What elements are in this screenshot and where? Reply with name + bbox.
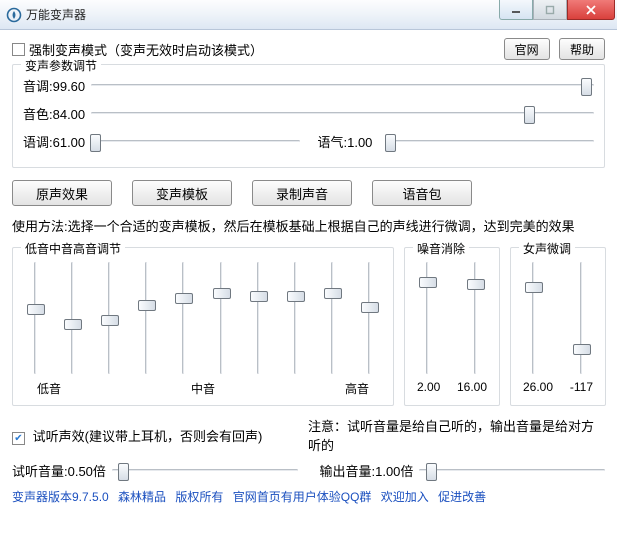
eq-slider-3[interactable] (136, 262, 158, 374)
help-button[interactable]: 帮助 (559, 38, 605, 60)
footer-improve: 促进改善 (438, 490, 486, 504)
footer-qq: 官网首页有用户体验QQ群 (233, 490, 372, 504)
eq-low-label: 低音 (37, 380, 61, 397)
usage-text: 使用方法:选择一个合适的变声模板，然后在模板基础上根据自己的声线进行微调，达到完… (12, 216, 605, 235)
female-slider-0[interactable] (523, 262, 545, 374)
eq-slider-8[interactable] (322, 262, 344, 374)
listen-note: 注意：试听音量是给自己听的，输出音量是给对方听的 (308, 416, 605, 454)
official-site-button[interactable]: 官网 (504, 38, 550, 60)
equalizer-title: 低音中音高音调节 (21, 240, 125, 257)
female-val-a: 26.00 (523, 380, 553, 394)
noise-slider-1[interactable] (465, 262, 487, 374)
app-icon (6, 7, 22, 23)
female-val-b: -117 (570, 380, 593, 394)
eq-slider-4[interactable] (173, 262, 195, 374)
close-button[interactable] (567, 0, 615, 20)
footer: 变声器版本9.7.5.0 森林精品 版权所有 官网首页有用户体验QQ群 欢迎加入… (12, 488, 605, 505)
eq-high-label: 高音 (345, 380, 369, 397)
footer-join: 欢迎加入 (381, 490, 429, 504)
voice-params-group: 变声参数调节 音调:99.60 音色:84.00 语调:61.00 语气:1.0… (12, 64, 605, 168)
maximize-button[interactable] (533, 0, 567, 20)
minimize-button[interactable] (499, 0, 533, 20)
tone-label: 语气:1.00 (318, 132, 386, 151)
noise-val-a: 2.00 (417, 380, 440, 394)
intonation-label: 语调:61.00 (23, 132, 91, 151)
window-title: 万能变声器 (26, 6, 86, 23)
eq-mid-label: 中音 (191, 380, 215, 397)
noise-cancel-title: 噪音消除 (413, 240, 469, 257)
eq-slider-0[interactable] (25, 262, 47, 374)
footer-copyright: 版权所有 (175, 490, 223, 504)
eq-slider-7[interactable] (285, 262, 307, 374)
noise-cancel-group: 噪音消除 2.00 16.00 (404, 247, 500, 406)
listen-label: 试听声效(建议带上耳机，否则会有回声) (33, 429, 263, 444)
output-volume-label: 输出音量:1.00倍 (320, 461, 414, 480)
female-slider-1[interactable] (571, 262, 593, 374)
eq-slider-6[interactable] (248, 262, 270, 374)
noise-val-b: 16.00 (457, 380, 487, 394)
noise-slider-0[interactable] (417, 262, 439, 374)
eq-slider-5[interactable] (211, 262, 233, 374)
eq-slider-1[interactable] (62, 262, 84, 374)
output-volume-slider[interactable] (419, 460, 605, 480)
original-sound-button[interactable]: 原声效果 (12, 180, 112, 206)
record-button[interactable]: 录制声音 (252, 180, 352, 206)
equalizer-group: 低音中音高音调节 低音 中音 高音 (12, 247, 394, 406)
tone-slider[interactable] (386, 131, 595, 151)
timbre-label: 音色:84.00 (23, 104, 91, 123)
pitch-slider[interactable] (91, 75, 594, 95)
footer-brand: 森林精品 (118, 490, 166, 504)
voice-params-title: 变声参数调节 (21, 57, 101, 74)
test-volume-slider[interactable] (112, 460, 298, 480)
voice-templates-button[interactable]: 变声模板 (132, 180, 232, 206)
test-volume-label: 试听音量:0.50倍 (12, 461, 106, 480)
timbre-slider[interactable] (91, 103, 594, 123)
female-voice-title: 女声微调 (519, 240, 575, 257)
female-voice-group: 女声微调 26.00 -117 (510, 247, 606, 406)
force-mode-checkbox[interactable] (12, 43, 25, 56)
pitch-label: 音调:99.60 (23, 76, 91, 95)
intonation-slider[interactable] (91, 131, 300, 151)
listen-checkbox[interactable]: ✔ (12, 432, 25, 445)
title-bar: 万能变声器 (0, 0, 617, 30)
footer-version: 变声器版本9.7.5.0 (12, 490, 109, 504)
eq-slider-2[interactable] (99, 262, 121, 374)
window-buttons (499, 0, 615, 20)
eq-slider-9[interactable] (359, 262, 381, 374)
voice-pack-button[interactable]: 语音包 (372, 180, 472, 206)
force-mode-label: 强制变声模式（变声无效时启动该模式） (29, 40, 498, 59)
